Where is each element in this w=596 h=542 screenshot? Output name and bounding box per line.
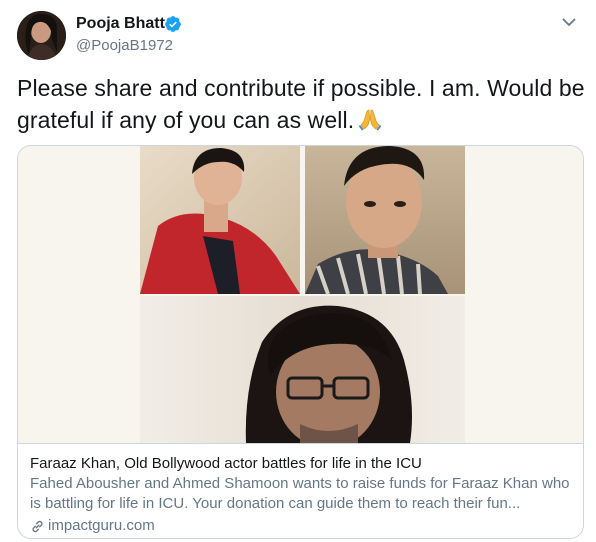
card-description: Fahed Abousher and Ahmed Shamoon wants t… [30,475,570,512]
tweet: Pooja Bhatt @PoojaB1972 Please share and… [0,0,596,542]
link-icon [30,519,45,534]
card-body: Faraaz Khan, Old Bollywood actor battles… [18,443,583,538]
folded-hands-emoji [358,107,382,139]
tweet-body: Please share and contribute if possible.… [17,75,585,133]
card-image [18,146,583,448]
card-domain-text: impactguru.com [48,517,155,534]
link-card[interactable]: Faraaz Khan, Old Bollywood actor battles… [17,145,584,539]
avatar[interactable] [17,11,66,60]
display-name[interactable]: Pooja Bhatt [76,14,165,34]
card-domain[interactable]: impactguru.com [30,516,571,536]
card-title[interactable]: Faraaz Khan, Old Bollywood actor battles… [30,454,571,474]
tweet-text: Please share and contribute if possible.… [17,72,587,139]
chevron-down-icon [562,14,576,32]
more-options-button[interactable] [558,12,580,34]
user-handle[interactable]: @PoojaB1972 [76,36,173,56]
verified-badge-icon [164,15,182,33]
